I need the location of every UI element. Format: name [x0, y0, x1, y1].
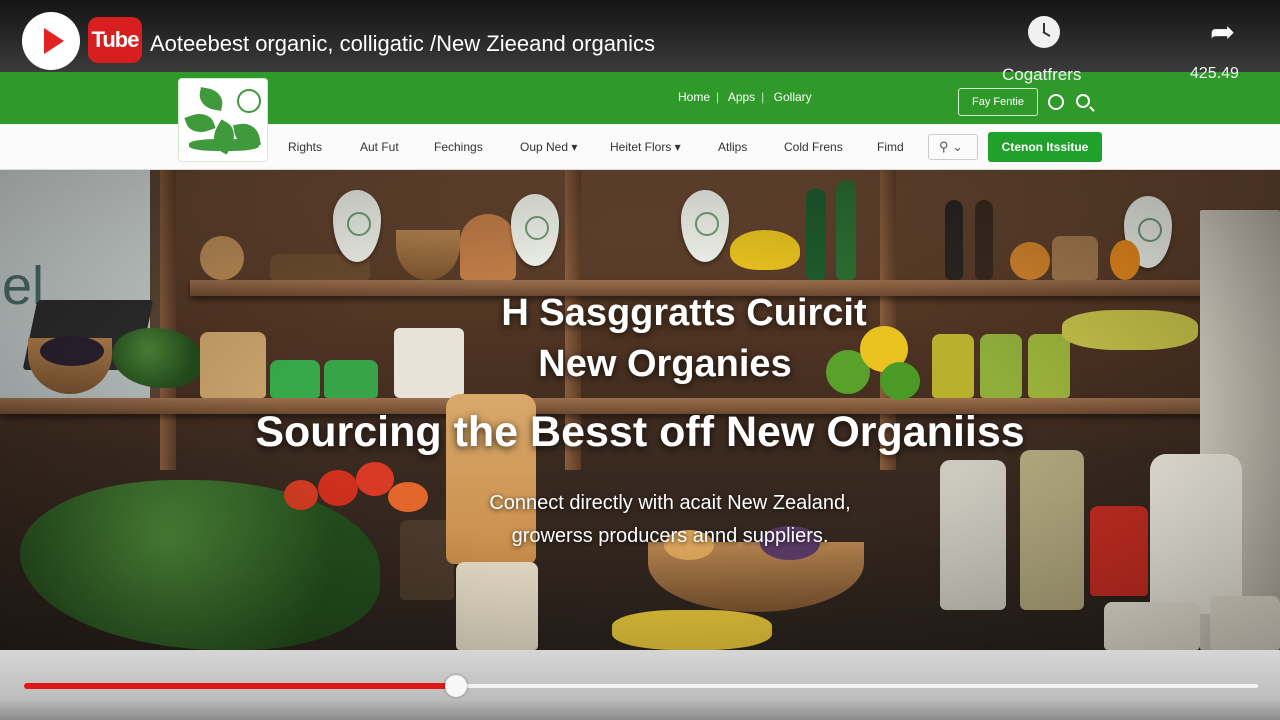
- nav-item-fechings[interactable]: Fechings: [434, 140, 483, 154]
- site-feature-button[interactable]: Fay Fentie: [958, 88, 1038, 116]
- watch-later-clock-icon[interactable]: [1028, 16, 1060, 48]
- video-title[interactable]: Aoteebest organic, colligatic /New Zieea…: [150, 31, 655, 57]
- cta-button[interactable]: Ctenon Itssitue: [988, 132, 1102, 162]
- nav-item-oup-ned[interactable]: Oup Ned ▾: [520, 140, 577, 154]
- nav-search-dropdown[interactable]: ⚲ ⌄: [928, 134, 978, 160]
- hero-subtitle-2: growerss producers annd suppliers.: [511, 525, 829, 547]
- overlay-label: Cogatfrers: [1002, 65, 1082, 84]
- overlay-count: 425.49: [1190, 65, 1239, 82]
- nav-item-heitet-flors[interactable]: Heitet Flors ▾: [610, 140, 681, 154]
- nav-item-aut-fut[interactable]: Aut Fut: [360, 140, 399, 154]
- hero-line-2: New Organies: [538, 343, 792, 385]
- emblem-icon: [237, 89, 261, 113]
- site-logo[interactable]: [178, 78, 268, 162]
- top-link-home[interactable]: Home: [678, 90, 710, 104]
- progress-played: [24, 683, 456, 689]
- share-icon[interactable]: ➦: [1210, 18, 1246, 48]
- progress-bar[interactable]: [24, 675, 1258, 697]
- video-frame[interactable]: el: [0, 0, 1280, 720]
- search-icon[interactable]: [1076, 94, 1090, 108]
- nav-item-fimd[interactable]: Fimd: [877, 140, 904, 154]
- progress-scrubber[interactable]: [444, 675, 467, 697]
- nav-item-atlips[interactable]: Atlips: [718, 140, 747, 154]
- leaf-icon: [197, 87, 225, 111]
- site-top-links: Home | Apps | Gollary: [678, 90, 812, 104]
- leaf-icon: [184, 109, 216, 137]
- hero-line-1: H Sasggratts Cuircit: [501, 292, 867, 334]
- hero-subtitle-1: Connect directly with acait New Zealand,: [489, 492, 851, 514]
- youtube-logo-icon[interactable]: Tube: [88, 17, 142, 63]
- leaf-icon: [189, 139, 259, 151]
- nav-item-cold-frens[interactable]: Cold Frens: [784, 140, 843, 154]
- play-icon[interactable]: [22, 12, 80, 70]
- nav-item-rights[interactable]: Rights: [288, 140, 322, 154]
- top-link-gallery[interactable]: Gollary: [774, 90, 812, 104]
- clock-icon[interactable]: [1048, 94, 1064, 110]
- top-link-apps[interactable]: Apps: [728, 90, 755, 104]
- hero-headline: Sourcing the Besst off New Organiiss: [255, 408, 1025, 456]
